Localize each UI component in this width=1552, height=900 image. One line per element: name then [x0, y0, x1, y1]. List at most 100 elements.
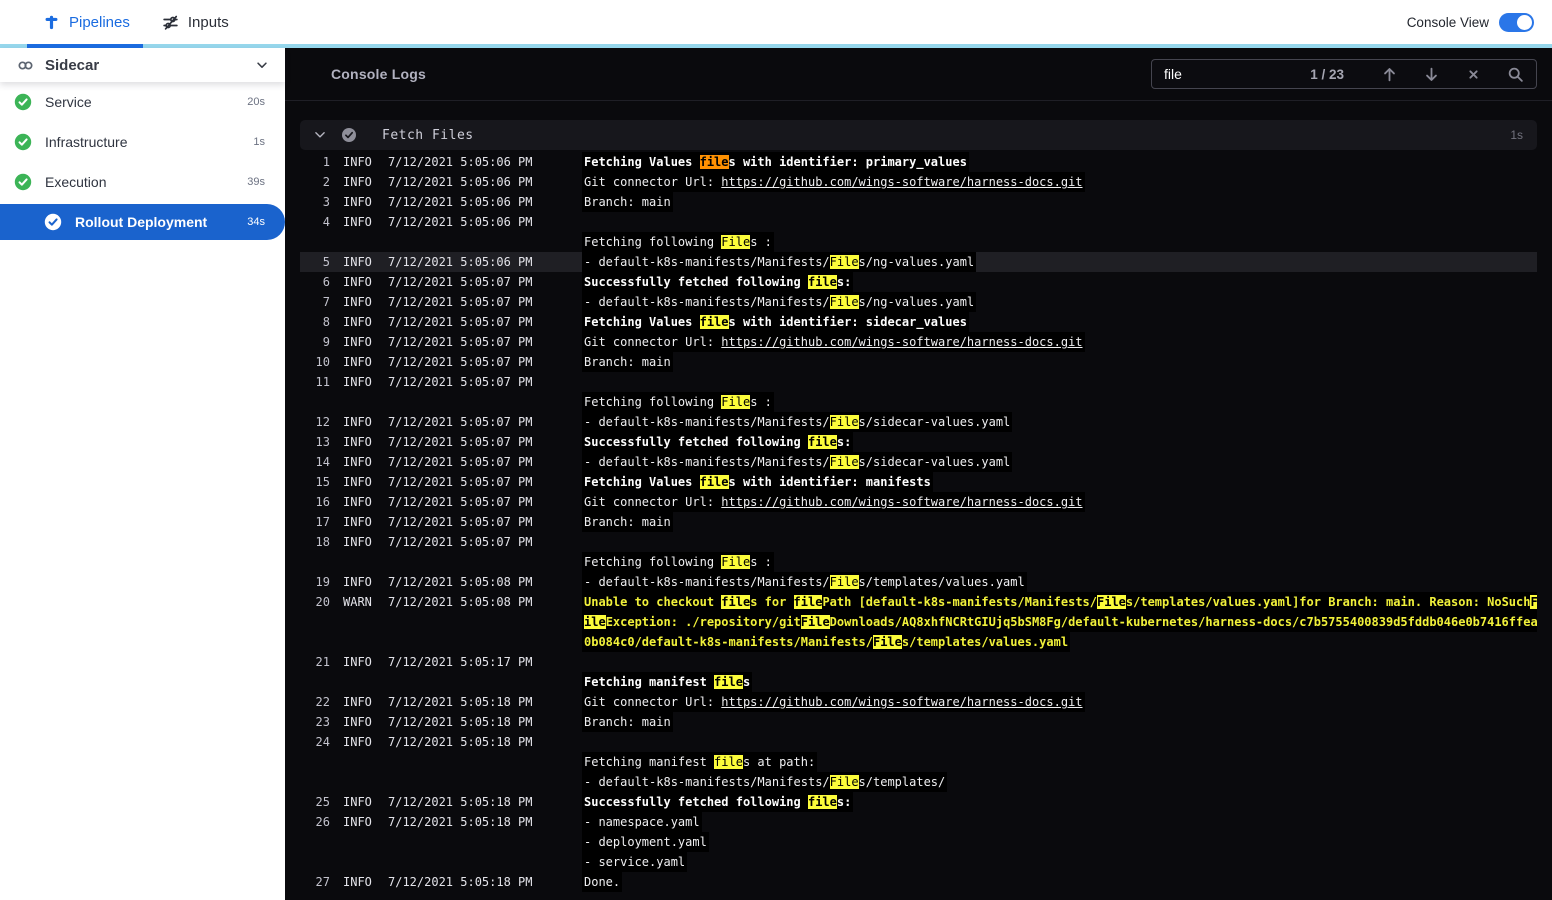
log-area: Fetch Files 1s 1 INFO 7/12/2021 5:05:06 PM…	[285, 101, 1552, 892]
sidebar-item-execution[interactable]: Execution 39s	[0, 162, 285, 202]
log-message: Fetching manifest files at path:	[582, 752, 1537, 772]
log-line-number[interactable]: 25	[300, 792, 330, 812]
stage-duration: 20s	[247, 96, 265, 108]
log-row: - service.yaml	[300, 852, 1537, 872]
tab-pipelines[interactable]: Pipelines	[27, 0, 146, 44]
tab-pipelines-label: Pipelines	[69, 13, 130, 31]
log-message: Git connector Url: https://github.com/wi…	[582, 492, 1537, 512]
clear-search-icon[interactable]	[1465, 66, 1482, 83]
tab-inputs-label: Inputs	[187, 13, 229, 31]
tab-inputs[interactable]: Inputs	[146, 0, 245, 44]
log-message: Successfully fetched following files:	[582, 272, 1537, 292]
log-line-number[interactable]: 9	[300, 332, 330, 352]
log-row: ileException: ./repository/gitFileDownlo…	[300, 612, 1537, 632]
search-match: File	[829, 295, 859, 309]
log-section-header[interactable]: Fetch Files 1s	[300, 120, 1537, 150]
log-line-number	[300, 552, 330, 572]
log-line-number[interactable]: 23	[300, 712, 330, 732]
log-level: INFO	[343, 515, 372, 529]
log-row: 14 INFO 7/12/2021 5:05:07 PM - default-k8s-…	[300, 452, 1537, 472]
log-line-number[interactable]: 3	[300, 192, 330, 212]
log-timestamp	[388, 672, 582, 692]
log-message: Git connector Url: https://github.com/wi…	[582, 332, 1537, 352]
log-line-number[interactable]: 4	[300, 212, 330, 232]
log-line-number[interactable]: 17	[300, 512, 330, 532]
previous-match-arrow-up-icon[interactable]	[1381, 66, 1398, 83]
sidebar-item-rollout-deployment[interactable]: Rollout Deployment 34s	[0, 204, 285, 240]
log-line-number[interactable]: 24	[300, 732, 330, 752]
log-timestamp: 7/12/2021 5:05:18 PM	[388, 735, 533, 749]
log-message: Fetching manifest files	[582, 672, 1537, 692]
log-line-number[interactable]: 26	[300, 812, 330, 832]
log-line-number[interactable]: 10	[300, 352, 330, 372]
stage-label: Service	[45, 94, 92, 110]
log-level: INFO	[343, 655, 372, 669]
log-line-number[interactable]: 19	[300, 572, 330, 592]
log-message: - default-k8s-manifests/Manifests/Files/…	[582, 252, 1537, 272]
log-line-number[interactable]: 27	[300, 872, 330, 892]
log-line-number[interactable]: 22	[300, 692, 330, 712]
log-row: 23 INFO 7/12/2021 5:05:18 PM Branch: main	[300, 712, 1537, 732]
log-line-number[interactable]: 1	[300, 152, 330, 172]
log-line-number[interactable]: 13	[300, 432, 330, 452]
sidebar-item-service[interactable]: Service 20s	[0, 82, 285, 122]
search-input[interactable]	[1164, 66, 1311, 82]
stage-label: Rollout Deployment	[75, 214, 208, 230]
log-level: INFO	[343, 275, 372, 289]
log-line-number[interactable]: 8	[300, 312, 330, 332]
collapse-section-chevron-icon[interactable]	[314, 129, 326, 141]
toggle-knob	[1517, 14, 1532, 30]
log-line-number	[300, 672, 330, 692]
sidebar-item-infrastructure[interactable]: Infrastructure 1s	[0, 122, 285, 162]
stage-list: Service 20s Infrastructure 1s Execution 39s Ro…	[0, 82, 285, 240]
search-match: F	[1530, 595, 1537, 609]
log-line-number[interactable]: 20	[300, 592, 330, 612]
log-timestamp	[388, 772, 582, 792]
search-match: file	[714, 675, 743, 689]
log-level: INFO	[343, 455, 372, 469]
log-link[interactable]: https://github.com/wings-software/harnes…	[721, 495, 1082, 509]
log-row: 13 INFO 7/12/2021 5:05:07 PM Successfully f…	[300, 432, 1537, 452]
log-line-number[interactable]: 11	[300, 372, 330, 392]
search-match: ile	[584, 615, 606, 629]
log-message: - default-k8s-manifests/Manifests/Files/…	[582, 772, 1537, 792]
log-level	[330, 232, 388, 252]
console-view-toggle[interactable]	[1499, 12, 1534, 32]
log-line-number[interactable]: 15	[300, 472, 330, 492]
log-timestamp: 7/12/2021 5:05:18 PM	[388, 815, 533, 829]
log-line-number[interactable]: 18	[300, 532, 330, 552]
log-timestamp: 7/12/2021 5:05:18 PM	[388, 875, 533, 889]
log-line-number[interactable]: 14	[300, 452, 330, 472]
log-line-number	[300, 632, 330, 652]
next-match-arrow-down-icon[interactable]	[1423, 66, 1440, 83]
log-line-number[interactable]: 16	[300, 492, 330, 512]
log-timestamp: 7/12/2021 5:05:07 PM	[388, 475, 533, 489]
log-line-number[interactable]: 6	[300, 272, 330, 292]
log-line-number	[300, 752, 330, 772]
log-line-number[interactable]: 12	[300, 412, 330, 432]
log-link[interactable]: https://github.com/wings-software/harnes…	[721, 335, 1082, 349]
log-message	[582, 652, 1537, 672]
log-link[interactable]: https://github.com/wings-software/harnes…	[721, 175, 1082, 189]
log-timestamp: 7/12/2021 5:05:18 PM	[388, 795, 533, 809]
log-level: INFO	[343, 715, 372, 729]
log-level: INFO	[343, 195, 372, 209]
nav-tabs: Pipelines Inputs	[27, 0, 245, 44]
search-match-counter: 1 / 23	[1310, 66, 1344, 82]
log-line-number[interactable]: 21	[300, 652, 330, 672]
log-line-number	[300, 772, 330, 792]
log-line-number[interactable]: 5	[300, 252, 330, 272]
log-row: 27 INFO 7/12/2021 5:05:18 PM Done.	[300, 872, 1537, 892]
log-link[interactable]: https://github.com/wings-software/harnes…	[721, 695, 1082, 709]
log-line-number[interactable]: 7	[300, 292, 330, 312]
log-level: INFO	[343, 175, 372, 189]
log-line-number[interactable]: 2	[300, 172, 330, 192]
search-match: file	[807, 435, 837, 449]
log-message	[582, 732, 1537, 752]
chevron-down-icon[interactable]	[255, 58, 269, 72]
sidebar-pipeline-header[interactable]: Sidecar	[0, 48, 285, 82]
log-lines: 1 INFO 7/12/2021 5:05:06 PM Fetching Values…	[300, 152, 1537, 892]
log-line-number	[300, 852, 330, 872]
log-row: Fetching manifest files	[300, 672, 1537, 692]
log-row: 12 INFO 7/12/2021 5:05:07 PM - default-k8s-…	[300, 412, 1537, 432]
